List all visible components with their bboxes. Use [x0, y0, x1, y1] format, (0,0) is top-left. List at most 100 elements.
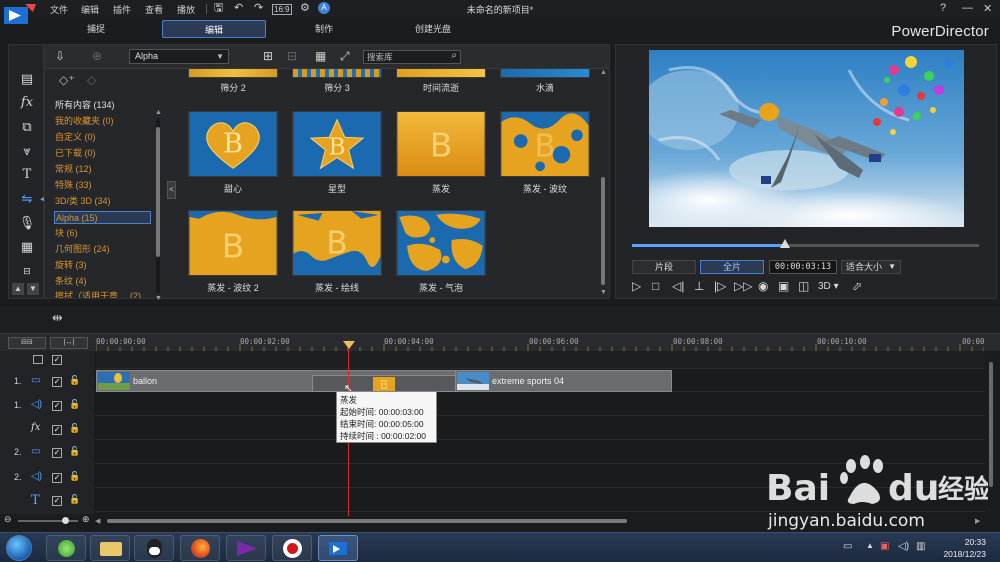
transition-item[interactable]: 水滴: [500, 69, 590, 94]
taskbar-explorer-icon[interactable]: [90, 535, 130, 561]
menu-file[interactable]: 文件: [50, 3, 68, 16]
tab-capture[interactable]: 捕捉: [44, 20, 148, 38]
timecode-display[interactable]: 00:00:03:13: [769, 260, 837, 274]
scroll-down-icon[interactable]: ▼: [155, 295, 162, 302]
transition-item[interactable]: B 蒸发 - 绘线: [292, 210, 382, 294]
account-icon[interactable]: A: [318, 2, 330, 14]
split-icon[interactable]: ⊥: [694, 279, 704, 293]
category-item[interactable]: 擦拭（适用于章: [54, 290, 134, 298]
tray-keyboard-icon[interactable]: ▭: [843, 541, 852, 552]
taskbar-clock[interactable]: 20:33 2018/12/23: [943, 536, 986, 560]
lock-icon[interactable]: 🔓: [69, 399, 80, 410]
preview-seek-bar[interactable]: [632, 239, 979, 248]
transition-item[interactable]: 筛分 2: [188, 69, 278, 94]
fast-forward-icon[interactable]: ▷▷: [734, 279, 752, 293]
movie-mode-button[interactable]: 全片: [700, 260, 764, 274]
menu-plugins[interactable]: 插件: [113, 3, 131, 16]
track-enable-checkbox[interactable]: ✓: [52, 425, 62, 435]
taskbar-powerdirector-icon[interactable]: [318, 535, 358, 561]
scroll-thumb[interactable]: [156, 127, 160, 257]
scroll-left-icon[interactable]: ◀: [95, 517, 100, 525]
save-icon[interactable]: 🖫: [214, 2, 223, 15]
search-input[interactable]: 搜索库 ⌕: [363, 50, 461, 64]
transition-room-icon[interactable]: ⇋: [18, 191, 36, 207]
menu-edit[interactable]: 编辑: [81, 3, 99, 16]
menu-play[interactable]: 播放: [177, 3, 195, 16]
scroll-thumb[interactable]: [107, 519, 627, 523]
scroll-thumb[interactable]: [601, 177, 605, 285]
taskbar-firefox-icon[interactable]: [180, 535, 220, 561]
fx-track[interactable]: [95, 417, 985, 440]
tray-network-icon[interactable]: ▥: [916, 541, 925, 552]
settings-gear-icon[interactable]: ⚙: [300, 2, 310, 15]
track-enable-checkbox[interactable]: ✓: [52, 473, 62, 483]
windows-start-icon[interactable]: [6, 535, 32, 561]
category-item[interactable]: 3D/类 3D (34): [54, 195, 151, 208]
import-icon[interactable]: ⇩: [55, 49, 65, 63]
fx-room-icon[interactable]: fx: [18, 95, 36, 111]
snapshot-icon[interactable]: ◉: [758, 279, 768, 293]
particle-room-icon[interactable]: ⩔: [18, 143, 36, 159]
transition-item[interactable]: B 甜心: [188, 111, 278, 195]
category-item-alpha[interactable]: Alpha (15): [54, 211, 151, 224]
lock-icon[interactable]: 🔓: [69, 375, 80, 386]
subtitle-room-icon[interactable]: ⊟: [18, 263, 36, 279]
next-frame-icon[interactable]: |▷: [714, 279, 726, 293]
subtitle-icon[interactable]: ▣: [778, 279, 789, 293]
tray-arrow-icon[interactable]: ▲: [866, 541, 874, 550]
timeline-zoom-slider[interactable]: ⊖ ⊕: [4, 514, 94, 526]
volume-icon[interactable]: ◫: [798, 279, 809, 293]
tray-volume-icon[interactable]: ◁): [898, 541, 909, 552]
fit-button[interactable]: |↔|: [50, 337, 88, 349]
scroll-thumb[interactable]: [989, 362, 993, 487]
tag-remove-icon[interactable]: ◇: [87, 73, 96, 87]
audio-mixing-room-icon[interactable]: 🎙: [18, 215, 36, 231]
clip-mode-button[interactable]: 片段: [632, 260, 696, 274]
tab-edit[interactable]: 编辑: [162, 20, 266, 38]
taskbar-app-360-icon[interactable]: [46, 535, 86, 561]
zoom-fit-select[interactable]: 适合大小 ▼: [841, 260, 901, 274]
transition-item[interactable]: 时间流逝: [396, 69, 486, 94]
lock-icon[interactable]: 🔓: [69, 423, 80, 434]
undo-icon[interactable]: ↶: [234, 2, 243, 15]
tag-icon[interactable]: ◇⁺: [59, 73, 75, 87]
menu-view[interactable]: 查看: [145, 3, 163, 16]
category-item[interactable]: 我的收藏夹 (0): [54, 115, 151, 128]
category-item[interactable]: 自定义 (0): [54, 131, 151, 144]
track-manager-button[interactable]: ⊟⊟: [8, 337, 46, 349]
audio-track-1[interactable]: [95, 393, 985, 416]
seek-handle[interactable]: [779, 239, 790, 248]
transition-item[interactable]: 蒸发 - 气泡: [396, 210, 486, 294]
category-item[interactable]: 所有内容 (134): [54, 99, 151, 112]
timeline-ruler[interactable]: [96, 344, 984, 351]
category-item[interactable]: 几何图形 (24): [54, 243, 151, 256]
zoom-handle[interactable]: [62, 517, 69, 524]
scroll-up-icon[interactable]: ▲: [600, 69, 607, 76]
3d-mode-button[interactable]: 3D ▾: [818, 281, 839, 292]
track-enable-checkbox[interactable]: ✓: [52, 377, 62, 387]
tab-create-disc[interactable]: 创建光盘: [381, 20, 485, 38]
minimize-icon[interactable]: —: [962, 2, 973, 14]
preview-screen[interactable]: [649, 50, 964, 227]
category-scrollbar[interactable]: ▲ ▼: [155, 109, 162, 302]
track-enable-checkbox[interactable]: ✓: [52, 401, 62, 411]
add-new-icon[interactable]: ⊞: [263, 49, 273, 63]
filter-select[interactable]: Alpha ▼: [129, 49, 229, 64]
transition-item[interactable]: 筛分 3: [292, 69, 382, 94]
play-icon[interactable]: ▷: [632, 279, 641, 293]
redo-icon[interactable]: ↷: [254, 2, 263, 15]
track-enable-checkbox[interactable]: ✓: [52, 448, 62, 458]
category-item[interactable]: 块 (6): [54, 227, 151, 240]
taskbar-recorder-icon[interactable]: [272, 535, 312, 561]
aspect-ratio-icon[interactable]: 16:9: [272, 4, 292, 15]
previous-frame-icon[interactable]: ◁|: [672, 279, 684, 293]
video-clip-extreme-sports[interactable]: extreme sports 04: [455, 370, 672, 392]
track-visibility-icon[interactable]: [33, 355, 43, 364]
media-room-icon[interactable]: ▤: [18, 71, 36, 87]
category-item[interactable]: 条纹 (4): [54, 275, 151, 288]
scroll-down-icon[interactable]: ▼: [600, 289, 607, 296]
lock-icon[interactable]: 🔓: [69, 446, 80, 457]
category-item[interactable]: 旋转 (3): [54, 259, 151, 272]
scroll-up-icon[interactable]: ▲: [155, 109, 162, 116]
stop-icon[interactable]: □: [652, 279, 659, 293]
